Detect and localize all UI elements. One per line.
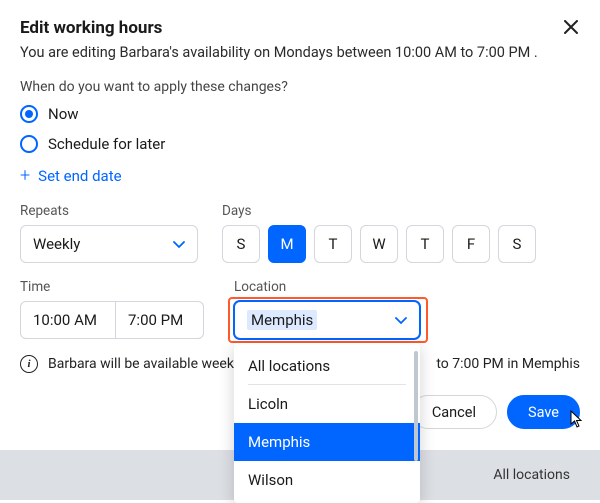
cursor-icon [569, 410, 585, 432]
radio-icon [20, 105, 38, 123]
radio-now-label: Now [48, 105, 79, 123]
plus-icon: + [20, 167, 30, 185]
cancel-button[interactable]: Cancel [411, 395, 497, 429]
dialog: Edit working hours You are editing Barba… [0, 0, 600, 429]
days-group: S M T W T F S [222, 225, 536, 263]
chevron-down-icon [395, 311, 407, 329]
note-text-right: to 7:00 PM in Memphis [436, 356, 580, 372]
dialog-title: Edit working hours [20, 18, 162, 38]
location-option-wilson[interactable]: Wilson [234, 461, 420, 499]
day-s2[interactable]: S [498, 225, 536, 263]
repeats-value: Weekly [33, 235, 80, 253]
radio-icon [20, 135, 38, 153]
note-text-left: Barbara will be available weekly [48, 356, 244, 372]
location-option-licoln[interactable]: Licoln [234, 385, 420, 423]
day-s[interactable]: S [222, 225, 260, 263]
set-end-label: Set end date [38, 167, 121, 185]
radio-now[interactable]: Now [20, 105, 580, 123]
radio-schedule-later[interactable]: Schedule for later [20, 135, 580, 153]
day-t2[interactable]: T [406, 225, 444, 263]
dialog-subtitle: You are editing Barbara's availability o… [20, 44, 580, 61]
save-button[interactable]: Save [507, 395, 580, 429]
time-start-input[interactable]: 10:00 AM [20, 301, 116, 339]
scrollbar[interactable] [414, 351, 418, 461]
location-select[interactable]: Memphis [234, 301, 420, 339]
time-label: Time [20, 279, 204, 295]
location-label: Location [234, 279, 420, 295]
close-icon[interactable] [562, 18, 580, 40]
radio-later-label: Schedule for later [48, 135, 165, 153]
apply-question: When do you want to apply these changes? [20, 79, 580, 95]
location-option-all[interactable]: All locations [234, 347, 420, 385]
footer-loc: All locations [493, 467, 570, 483]
repeats-select[interactable]: Weekly [20, 225, 198, 263]
location-value: Memphis [247, 310, 317, 330]
chevron-down-icon [173, 235, 185, 253]
day-f[interactable]: F [452, 225, 490, 263]
time-end-input[interactable]: 7:00 PM [116, 301, 204, 339]
day-w[interactable]: W [360, 225, 398, 263]
day-t[interactable]: T [314, 225, 352, 263]
days-label: Days [222, 203, 536, 219]
day-m[interactable]: M [268, 225, 306, 263]
set-end-date-button[interactable]: + Set end date [20, 167, 580, 185]
info-icon: i [20, 355, 38, 373]
location-option-memphis[interactable]: Memphis [234, 423, 420, 461]
repeats-label: Repeats [20, 203, 198, 219]
location-dropdown: All locations Licoln Memphis Wilson [234, 343, 420, 503]
